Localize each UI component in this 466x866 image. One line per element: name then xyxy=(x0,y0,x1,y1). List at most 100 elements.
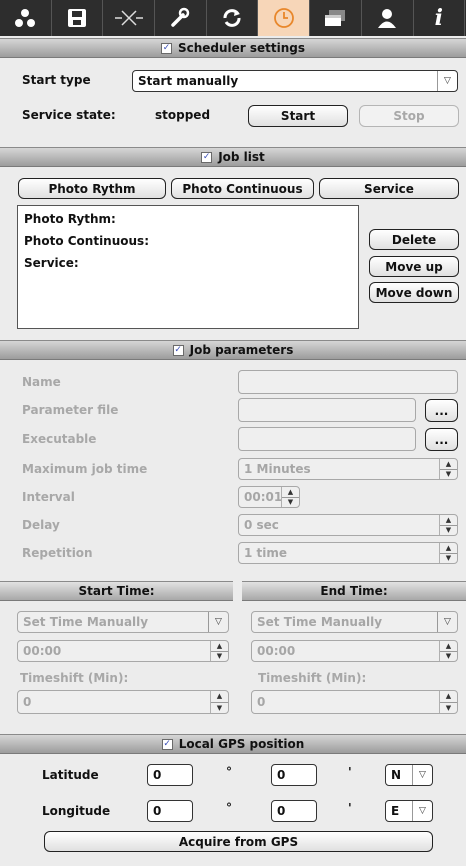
scheduler-settings-header: ✓ Scheduler settings xyxy=(0,38,466,58)
max-job-time-spinbox[interactable]: 1 Minutes ▲ ▼ xyxy=(238,458,458,480)
spin-arrows-icon[interactable]: ▲ ▼ xyxy=(439,641,457,661)
end-time-spinbox[interactable]: 00:00 ▲ ▼ xyxy=(251,640,458,662)
refresh-icon[interactable] xyxy=(207,0,259,36)
service-button[interactable]: Service xyxy=(319,178,459,199)
name-input[interactable] xyxy=(238,370,458,394)
job-parameters-checkbox[interactable]: ✓ xyxy=(172,344,184,356)
list-item[interactable]: Service: xyxy=(24,256,352,278)
spin-arrows-icon[interactable]: ▲ ▼ xyxy=(210,641,228,661)
parameter-file-input[interactable] xyxy=(238,398,416,422)
job-list-header: ✓ Job list xyxy=(0,147,466,167)
section-title: Job list xyxy=(218,150,265,164)
repetition-label: Repetition xyxy=(22,546,93,560)
delay-spinbox[interactable]: 0 sec ▲ ▼ xyxy=(238,514,458,536)
end-time-mode-value: Set Time Manually xyxy=(257,615,383,629)
max-job-time-label: Maximum job time xyxy=(22,462,148,476)
interval-spinbox[interactable]: 00:01 ▲ ▼ xyxy=(238,486,300,508)
start-time-mode-value: Set Time Manually xyxy=(23,615,149,629)
end-time-value: 00:00 xyxy=(257,644,296,658)
start-time-mode-select[interactable]: Set Time Manually ▽ xyxy=(17,611,229,633)
latitude-degrees-input[interactable]: 0 xyxy=(147,764,193,786)
executable-label: Executable xyxy=(22,432,97,446)
start-time-value: 00:00 xyxy=(23,644,62,658)
spin-arrows-icon[interactable]: ▲ ▼ xyxy=(281,487,299,507)
longitude-direction-select[interactable]: E ▽ xyxy=(385,800,433,822)
end-time-header: End Time: xyxy=(242,581,466,601)
list-item[interactable]: Photo Continuous: xyxy=(24,234,352,256)
job-parameters-header: ✓ Job parameters xyxy=(0,340,466,360)
save-icon[interactable] xyxy=(52,0,104,36)
job-list-checkbox[interactable]: ✓ xyxy=(201,151,213,163)
service-state-value: stopped xyxy=(155,108,211,122)
latitude-minutes-input[interactable]: 0 xyxy=(271,764,317,786)
name-label: Name xyxy=(22,375,61,389)
signal-icon[interactable] xyxy=(103,0,156,36)
clock-icon[interactable] xyxy=(258,0,311,36)
wrench-icon[interactable] xyxy=(155,0,207,36)
start-time-spinbox[interactable]: 00:00 ▲ ▼ xyxy=(17,640,229,662)
move-up-button[interactable]: Move up xyxy=(369,256,459,277)
start-button[interactable]: Start xyxy=(248,105,348,127)
job-listbox[interactable]: Photo Rythm: Photo Continuous: Service: xyxy=(17,205,359,329)
repetition-spinbox[interactable]: 1 time ▲ ▼ xyxy=(238,542,458,564)
chevron-down-icon: ▽ xyxy=(208,612,228,632)
window-icon[interactable] xyxy=(310,0,362,36)
delay-label: Delay xyxy=(22,518,60,532)
chevron-down-icon: ▽ xyxy=(412,801,432,821)
photo-rythm-button[interactable]: Photo Rythm xyxy=(18,178,166,199)
browse-executable-button[interactable]: ... xyxy=(425,428,458,451)
end-timeshift-label: Timeshift (Min): xyxy=(258,671,367,685)
latitude-direction-value: N xyxy=(391,768,402,782)
spin-arrows-icon[interactable]: ▲ ▼ xyxy=(439,459,457,479)
minute-symbol: ' xyxy=(348,765,352,779)
spin-arrows-icon[interactable]: ▲ ▼ xyxy=(439,691,457,713)
start-type-value: Start manually xyxy=(138,74,239,88)
section-title: Scheduler settings xyxy=(177,41,306,55)
move-down-button[interactable]: Move down xyxy=(369,282,459,303)
photo-continuous-button[interactable]: Photo Continuous xyxy=(171,178,314,199)
degree-symbol: ° xyxy=(226,765,232,779)
longitude-minutes-input[interactable]: 0 xyxy=(271,800,317,822)
repetition-value: 1 time xyxy=(244,546,288,560)
longitude-label: Longitude xyxy=(42,804,111,818)
connection-icon[interactable] xyxy=(0,0,52,36)
acquire-from-gps-button[interactable]: Acquire from GPS xyxy=(44,831,433,852)
start-timeshift-label: Timeshift (Min): xyxy=(20,671,129,685)
spin-arrows-icon[interactable]: ▲ ▼ xyxy=(439,543,457,563)
start-timeshift-spinbox[interactable]: 0 ▲ ▼ xyxy=(17,690,229,714)
browse-parameter-file-button[interactable]: ... xyxy=(425,399,458,422)
spin-arrows-icon[interactable]: ▲ ▼ xyxy=(439,515,457,535)
delete-button[interactable]: Delete xyxy=(369,229,459,250)
chevron-down-icon: ▽ xyxy=(437,612,457,632)
scheduler-settings-checkbox[interactable]: ✓ xyxy=(160,42,172,54)
longitude-degrees-input[interactable]: 0 xyxy=(147,800,193,822)
start-type-select[interactable]: Start manually ▽ xyxy=(132,70,458,92)
end-time-mode-select[interactable]: Set Time Manually ▽ xyxy=(251,611,458,633)
interval-value: 00:01 xyxy=(244,490,283,504)
info-icon[interactable]: i xyxy=(414,0,466,36)
end-timeshift-value: 0 xyxy=(257,695,266,709)
user-icon[interactable] xyxy=(362,0,414,36)
chevron-down-icon: ▽ xyxy=(412,765,432,785)
gps-position-header: ✓ Local GPS position xyxy=(0,734,466,754)
end-timeshift-spinbox[interactable]: 0 ▲ ▼ xyxy=(251,690,458,714)
gps-position-checkbox[interactable]: ✓ xyxy=(161,738,173,750)
latitude-direction-select[interactable]: N ▽ xyxy=(385,764,433,786)
minute-symbol: ' xyxy=(348,801,352,815)
start-time-header: Start Time: xyxy=(0,581,233,601)
max-job-time-value: 1 Minutes xyxy=(244,462,311,476)
start-type-label: Start type xyxy=(22,73,91,87)
latitude-label: Latitude xyxy=(42,768,99,782)
executable-input[interactable] xyxy=(238,427,416,451)
start-timeshift-value: 0 xyxy=(23,695,32,709)
spin-arrows-icon[interactable]: ▲ ▼ xyxy=(210,691,228,713)
degree-symbol: ° xyxy=(226,801,232,815)
section-title: Local GPS position xyxy=(178,737,305,751)
main-toolbar: i xyxy=(0,0,466,36)
chevron-down-icon: ▽ xyxy=(437,71,457,91)
section-title: Job parameters xyxy=(189,343,294,357)
delay-value: 0 sec xyxy=(244,518,279,532)
stop-button[interactable]: Stop xyxy=(359,105,459,127)
list-item[interactable]: Photo Rythm: xyxy=(24,212,352,234)
longitude-direction-value: E xyxy=(391,804,400,818)
